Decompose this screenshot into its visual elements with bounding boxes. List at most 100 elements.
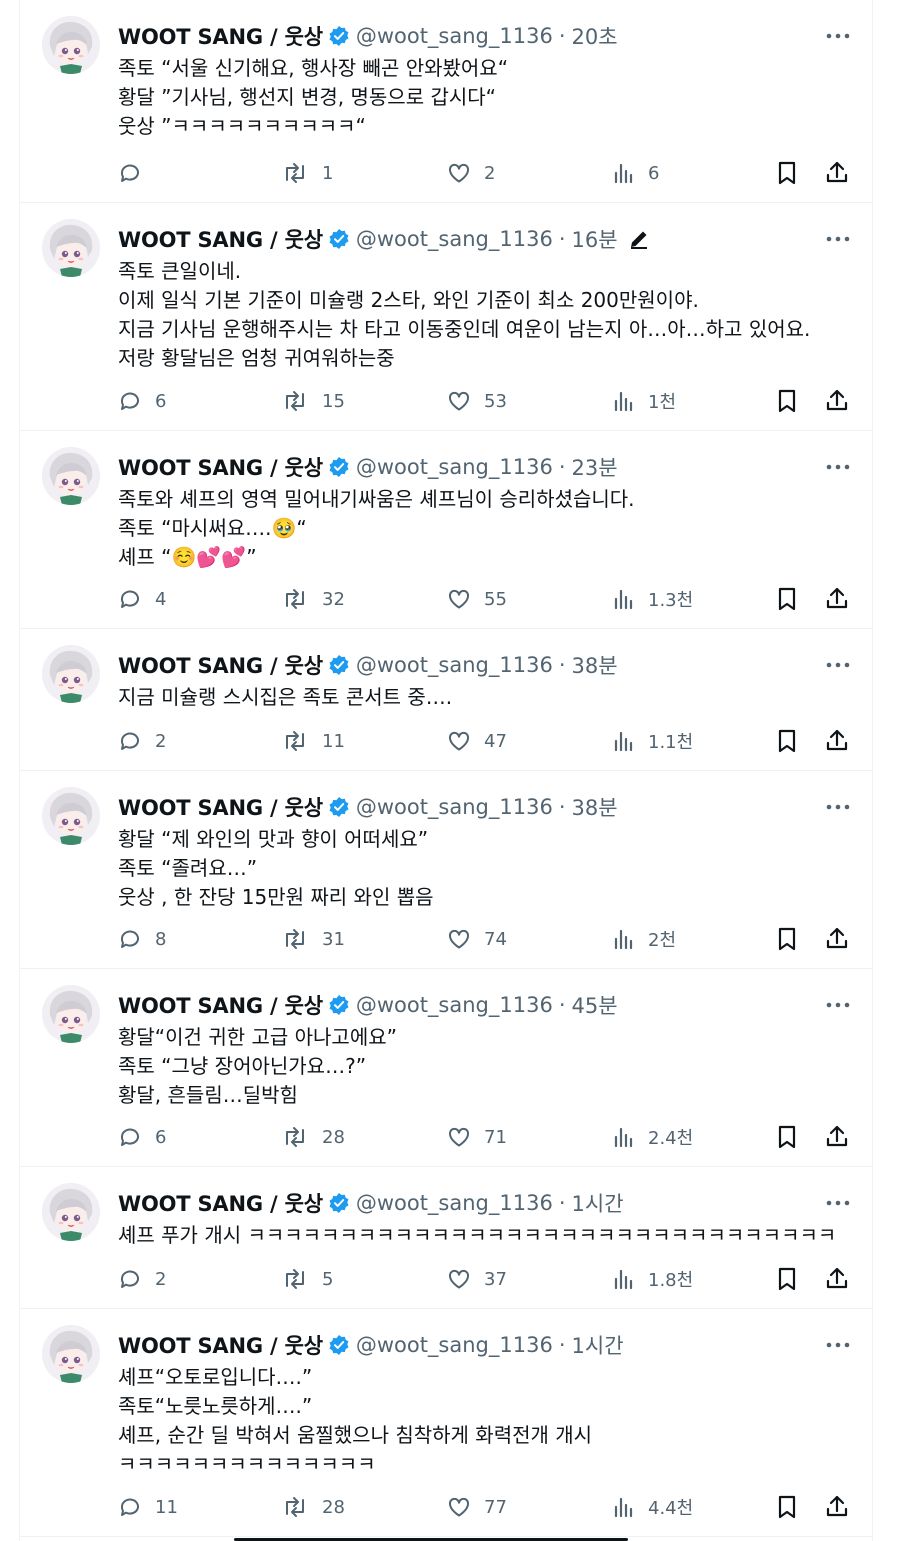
share-button[interactable] [825,726,849,756]
tweet[interactable]: WOOT SANG / 웃상 @woot_sang_1136 · 20초 족토 … [20,0,872,203]
like-button[interactable]: 77 [447,1492,507,1522]
bookmark-button[interactable] [776,158,798,188]
tweet[interactable]: WOOT SANG / 웃상 @woot_sang_1136 · 23분 족토와… [20,431,872,629]
like-count: 71 [484,1126,507,1148]
share-button[interactable] [825,1264,849,1294]
timestamp[interactable]: 1시간 [572,1330,624,1360]
timestamp[interactable]: 45분 [572,990,618,1020]
author-name[interactable]: WOOT SANG / 웃상 [118,452,323,482]
avatar[interactable] [42,1325,100,1383]
timestamp[interactable]: 20초 [572,21,618,51]
tweet[interactable]: WOOT SANG / 웃상 @woot_sang_1136 · 45분 황달“… [20,969,872,1167]
author-name[interactable]: WOOT SANG / 웃상 [118,990,323,1020]
author-handle[interactable]: @woot_sang_1136 [356,455,553,479]
bookmark-button[interactable] [776,924,798,954]
more-options-icon[interactable] [824,24,852,48]
tweet[interactable]: WOOT SANG / 웃상 @woot_sang_1136 · 1시간 셰프 … [20,1167,872,1309]
reply-button[interactable]: 2 [118,1264,166,1294]
timestamp[interactable]: 1시간 [572,1188,624,1218]
views-button[interactable]: 6 [613,158,659,188]
more-options-icon[interactable] [824,227,852,251]
retweet-button[interactable]: 28 [281,1492,345,1522]
views-button[interactable]: 1.1천 [613,726,693,756]
author-name[interactable]: WOOT SANG / 웃상 [118,21,323,51]
like-button[interactable]: 71 [447,1122,507,1152]
author-name[interactable]: WOOT SANG / 웃상 [118,650,323,680]
avatar[interactable] [42,787,100,845]
reply-button[interactable]: 2 [118,726,166,756]
retweet-button[interactable]: 1 [281,158,333,188]
more-options-icon[interactable] [824,653,852,677]
reply-button[interactable] [118,158,155,188]
bookmark-button[interactable] [776,726,798,756]
author-handle[interactable]: @woot_sang_1136 [356,24,553,48]
author-handle[interactable]: @woot_sang_1136 [356,1191,553,1215]
author-handle[interactable]: @woot_sang_1136 [356,653,553,677]
retweet-button[interactable]: 28 [281,1122,345,1152]
share-button[interactable] [825,386,849,416]
author-name[interactable]: WOOT SANG / 웃상 [118,792,323,822]
retweet-button[interactable]: 15 [281,386,345,416]
reply-button[interactable]: 6 [118,386,166,416]
bookmark-button[interactable] [776,584,798,614]
like-button[interactable]: 55 [447,584,507,614]
reply-button[interactable]: 6 [118,1122,166,1152]
more-options-icon[interactable] [824,455,852,479]
retweet-button[interactable]: 32 [281,584,345,614]
views-button[interactable]: 2천 [613,924,676,954]
retweet-button[interactable]: 5 [281,1264,333,1294]
share-button[interactable] [825,924,849,954]
separator-dot: · [558,1333,566,1357]
views-button[interactable]: 2.4천 [613,1122,693,1152]
reply-button[interactable]: 8 [118,924,166,954]
author-handle[interactable]: @woot_sang_1136 [356,227,553,251]
timestamp[interactable]: 16분 [572,224,618,254]
bookmark-button[interactable] [776,1122,798,1152]
like-button[interactable]: 47 [447,726,507,756]
retweet-button[interactable]: 11 [281,726,345,756]
share-button[interactable] [825,158,849,188]
retweet-button[interactable]: 31 [281,924,345,954]
avatar[interactable] [42,447,100,505]
tweet[interactable]: WOOT SANG / 웃상 @woot_sang_1136 · 38분 지금 … [20,629,872,771]
share-button[interactable] [825,1122,849,1152]
like-button[interactable]: 2 [447,158,495,188]
views-button[interactable]: 1천 [613,386,676,416]
share-button[interactable] [825,584,849,614]
reply-button[interactable]: 4 [118,584,166,614]
more-options-icon[interactable] [824,993,852,1017]
edited-pencil-icon[interactable] [628,228,650,250]
views-button[interactable]: 1.3천 [613,584,693,614]
timestamp[interactable]: 38분 [572,792,618,822]
like-button[interactable]: 37 [447,1264,507,1294]
more-options-icon[interactable] [824,795,852,819]
bookmark-button[interactable] [776,1492,798,1522]
views-button[interactable]: 1.8천 [613,1264,693,1294]
author-name[interactable]: WOOT SANG / 웃상 [118,1330,323,1360]
more-options-icon[interactable] [824,1191,852,1215]
views-button[interactable]: 4.4천 [613,1492,693,1522]
timestamp[interactable]: 23분 [572,452,618,482]
author-handle[interactable]: @woot_sang_1136 [356,1333,553,1357]
tweet[interactable]: WOOT SANG / 웃상 @woot_sang_1136 · 16분 족토 … [20,203,872,431]
like-button[interactable]: 53 [447,386,507,416]
like-button[interactable]: 74 [447,924,507,954]
avatar[interactable] [42,16,100,74]
share-button[interactable] [825,1492,849,1522]
avatar[interactable] [42,985,100,1043]
tweet[interactable]: WOOT SANG / 웃상 @woot_sang_1136 · 38분 황달 … [20,771,872,969]
reply-button[interactable]: 11 [118,1492,178,1522]
bookmark-button[interactable] [776,386,798,416]
heart-icon [447,1495,471,1519]
author-name[interactable]: WOOT SANG / 웃상 [118,1188,323,1218]
tweet[interactable]: WOOT SANG / 웃상 @woot_sang_1136 · 1시간 셰프“… [20,1309,872,1537]
author-handle[interactable]: @woot_sang_1136 [356,993,553,1017]
avatar[interactable] [42,1183,100,1241]
author-handle[interactable]: @woot_sang_1136 [356,795,553,819]
bookmark-button[interactable] [776,1264,798,1294]
timestamp[interactable]: 38분 [572,650,618,680]
author-name[interactable]: WOOT SANG / 웃상 [118,224,323,254]
avatar[interactable] [42,645,100,703]
more-options-icon[interactable] [824,1333,852,1357]
avatar[interactable] [42,219,100,277]
